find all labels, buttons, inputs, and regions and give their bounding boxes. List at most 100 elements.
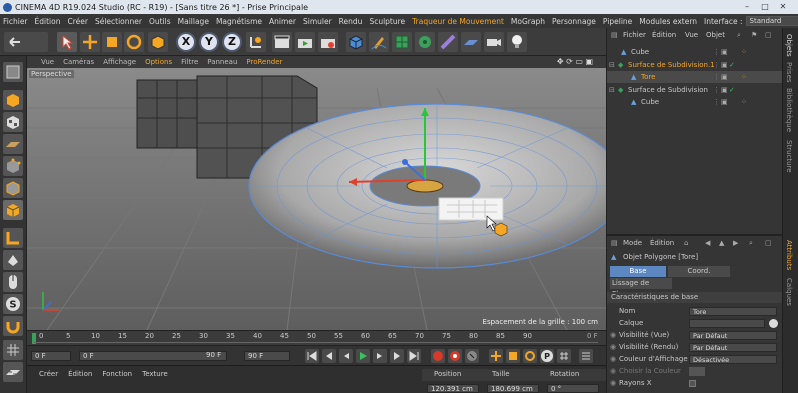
- side-tab-objets[interactable]: Objets: [785, 34, 793, 57]
- menu-fichier[interactable]: Fichier: [3, 17, 28, 26]
- axis-z-button[interactable]: Z: [222, 32, 242, 52]
- interface-dropdown[interactable]: Standard: [745, 16, 798, 26]
- close-window-button[interactable]: ✕: [778, 2, 788, 11]
- visibility-toggle-icon[interactable]: ⋮: [713, 59, 720, 71]
- object-row-subdivision-2[interactable]: ⊟ ◆ Surface de Subdivision ⋮ ▣ ✓: [607, 84, 783, 96]
- select-tool-button[interactable]: [57, 32, 77, 52]
- tab-coord[interactable]: Coord.: [668, 266, 730, 277]
- axis-y-button[interactable]: Y: [199, 32, 219, 52]
- layer-input[interactable]: [689, 319, 765, 328]
- side-tab-calques[interactable]: Calques: [785, 278, 793, 306]
- visibility-toggle-icon[interactable]: ⋮: [713, 71, 720, 83]
- previous-key-button[interactable]: [322, 349, 336, 363]
- material-menu-edition[interactable]: Édition: [68, 370, 92, 378]
- side-tab-structure[interactable]: Structure: [785, 140, 793, 173]
- pen-spline-button[interactable]: [369, 32, 389, 52]
- edit-check-icon[interactable]: ▣: [721, 84, 728, 96]
- om-search-icon[interactable]: ⌕: [737, 31, 741, 40]
- timeline-menu-button[interactable]: [579, 349, 593, 363]
- om-menu-fichier[interactable]: Fichier: [623, 31, 646, 39]
- rotation-key-button[interactable]: [523, 349, 537, 363]
- visibility-render-dropdown[interactable]: Par Défaut: [689, 343, 777, 352]
- keyframe-selection-button[interactable]: [465, 349, 479, 363]
- light-button[interactable]: [507, 32, 527, 52]
- tab-base[interactable]: Base: [610, 266, 666, 277]
- om-menu-edition[interactable]: Édition: [652, 31, 676, 39]
- side-tab-bibliotheque[interactable]: Bibliothèque: [785, 88, 793, 132]
- viewport-menu-filtre[interactable]: Filtre: [181, 58, 198, 66]
- viewport-menu-affichage[interactable]: Affichage: [103, 58, 136, 66]
- name-input[interactable]: Tore: [689, 307, 777, 316]
- floor-button[interactable]: [461, 32, 481, 52]
- render-picture-viewer-button[interactable]: [295, 32, 315, 52]
- mouse-mode-button[interactable]: [3, 272, 23, 292]
- end-frame-field[interactable]: 90 F: [244, 351, 290, 361]
- position-key-button[interactable]: [489, 349, 503, 363]
- subdivision-surface-button[interactable]: [392, 32, 412, 52]
- points-mode-button[interactable]: [3, 156, 23, 176]
- tab-phong[interactable]: Lissage de Phong: [610, 278, 672, 298]
- edit-check-icon[interactable]: ▣: [721, 46, 728, 58]
- position-x-field[interactable]: 120.391 cm: [427, 384, 479, 393]
- collapse-toggle-icon[interactable]: ⊟: [609, 59, 615, 71]
- cube-object-1[interactable]: [136, 79, 198, 149]
- material-menu-texture[interactable]: Texture: [142, 370, 168, 378]
- workplane-mode-button[interactable]: [3, 134, 23, 154]
- edit-check-icon[interactable]: ▣: [721, 71, 728, 83]
- viewport-menu-vue[interactable]: Vue: [41, 58, 54, 66]
- visibility-editor-dropdown[interactable]: Par Défaut: [689, 331, 777, 340]
- viewport-scene[interactable]: [27, 68, 606, 330]
- rotation-h-field[interactable]: 0 °: [547, 384, 599, 393]
- tag-icon[interactable]: ⁘: [741, 96, 747, 108]
- object-row-cube-2[interactable]: ▲ Cube ⋮ ▣ ⁘: [607, 96, 783, 108]
- am-menu-edition[interactable]: Édition: [650, 238, 674, 249]
- layer-clear-icon[interactable]: [769, 319, 778, 328]
- menu-creer[interactable]: Créer: [67, 17, 87, 26]
- next-frame-button[interactable]: [373, 349, 387, 363]
- am-back-icon[interactable]: ◀: [705, 238, 710, 249]
- next-key-button[interactable]: [390, 349, 404, 363]
- record-button[interactable]: [431, 349, 445, 363]
- previous-frame-button[interactable]: [339, 349, 353, 363]
- edit-check-icon[interactable]: ▣: [721, 59, 728, 71]
- menu-personnage[interactable]: Personnage: [552, 17, 596, 26]
- timeline-ruler[interactable]: 0 5 10 15 20 25 30 35 40 45 50 55 60 65 …: [27, 330, 606, 345]
- visibility-toggle-icon[interactable]: ⋮: [713, 96, 720, 108]
- enabled-check-icon[interactable]: ✓: [729, 84, 735, 96]
- parameter-key-button[interactable]: P: [540, 349, 554, 363]
- render-settings-button[interactable]: [318, 32, 338, 52]
- menu-outils[interactable]: Outils: [149, 17, 171, 26]
- object-row-tore[interactable]: ▲ Tore ⋮ ▣ ⁘: [607, 71, 783, 83]
- size-x-field[interactable]: 180.699 cm: [487, 384, 539, 393]
- menu-edition[interactable]: Édition: [35, 17, 61, 26]
- torus-object[interactable]: [248, 103, 606, 269]
- texture-mode-button[interactable]: [3, 112, 23, 132]
- play-button[interactable]: [356, 349, 370, 363]
- scale-tool-button[interactable]: [102, 32, 122, 52]
- animate-radio-icon[interactable]: ◉: [610, 342, 616, 353]
- am-lock-icon[interactable]: ▢: [765, 238, 772, 249]
- magnet-button[interactable]: [3, 316, 23, 336]
- axis-mode-button[interactable]: [3, 228, 23, 248]
- recent-tool-button[interactable]: [148, 32, 168, 52]
- menu-rendu[interactable]: Rendu: [339, 17, 363, 26]
- menu-traqueur[interactable]: Traqueur de Mouvement: [412, 17, 504, 26]
- am-forward-icon[interactable]: ▶: [733, 238, 738, 249]
- menu-animer[interactable]: Animer: [269, 17, 296, 26]
- viewport-menu-panneau[interactable]: Panneau: [207, 58, 237, 66]
- menu-sculpture[interactable]: Sculpture: [369, 17, 405, 26]
- viewport-menu-options[interactable]: Options: [145, 58, 172, 66]
- menu-maillage[interactable]: Maillage: [178, 17, 209, 26]
- edit-check-icon[interactable]: ▣: [721, 96, 728, 108]
- color-swatch[interactable]: [689, 367, 705, 376]
- viewport-3d[interactable]: Perspective Espacement de la grille : 10…: [27, 68, 606, 330]
- array-button[interactable]: [415, 32, 435, 52]
- viewport-nav-icons[interactable]: ✥ ⟳ ▭ ▣: [557, 57, 593, 66]
- visibility-toggle-icon[interactable]: ⋮: [713, 46, 720, 58]
- collapse-toggle-icon[interactable]: ⊟: [609, 84, 615, 96]
- viewport-menu-cameras[interactable]: Caméras: [63, 58, 94, 66]
- go-to-end-button[interactable]: [407, 349, 421, 363]
- menu-simuler[interactable]: Simuler: [303, 17, 332, 26]
- enabled-check-icon[interactable]: ✓: [729, 59, 735, 71]
- grid-snap-button[interactable]: [3, 340, 23, 360]
